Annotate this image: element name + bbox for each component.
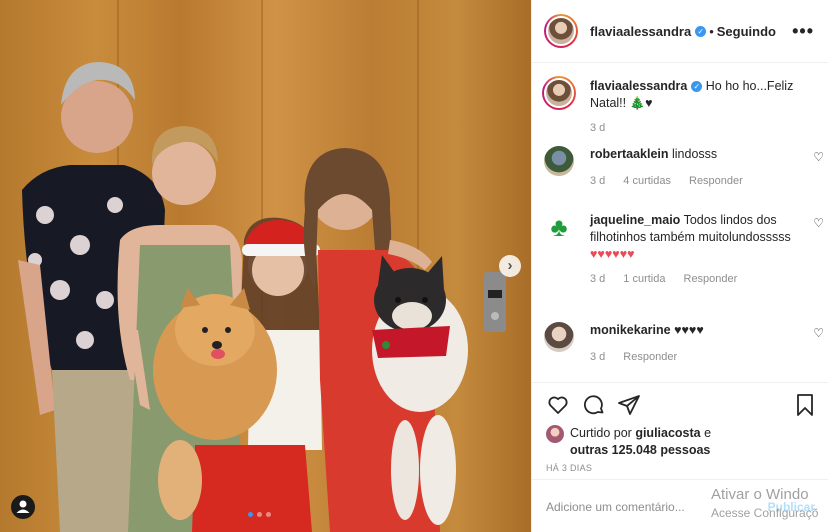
comment-reply-button[interactable]: Responder (689, 175, 743, 187)
comments-list: flaviaalessandra ✓ Ho ho ho...Feliz Natal… (542, 76, 824, 378)
liker-username[interactable]: giuliacosta (635, 426, 700, 440)
caption: flaviaalessandra ✓ Ho ho ho...Feliz Natal… (542, 76, 814, 142)
share-icon[interactable] (617, 393, 641, 417)
post-timestamp[interactable]: HÁ 3 DIAS (546, 463, 592, 473)
likes-summary: Curtido por giuliacosta e outras 125.048… (546, 425, 711, 459)
carousel-dot-active (248, 512, 253, 517)
comment-like-count[interactable]: 1 curtida (623, 273, 665, 285)
comment-item: monikekarine ♥♥♥♥ ♡ 3 d Responder (544, 322, 824, 378)
post-side-panel: flaviaalessandra ✓ • Seguindo ••• flavia… (531, 0, 828, 532)
next-arrow-icon[interactable]: › (499, 255, 521, 277)
comment-text: ♥♥♥♥ (674, 323, 704, 337)
likes-count-link[interactable]: outras 125.048 pessoas (570, 443, 710, 457)
watermark-line1: Ativar o Windo (711, 486, 809, 503)
clover-avatar-icon[interactable]: ♣ (544, 212, 574, 242)
comment-time: 3 d (590, 273, 606, 285)
comment-meta: 3 d 4 curtidas Responder (590, 175, 814, 187)
carousel-dot (266, 512, 271, 517)
verified-badge-icon: ✓ (691, 81, 703, 92)
post-header: flaviaalessandra ✓ • Seguindo ••• (532, 0, 828, 63)
watermark-line2: Acesse Configuraçõ (711, 506, 819, 520)
comment-reply-button[interactable]: Responder (684, 273, 738, 285)
action-icons-row (546, 393, 816, 419)
comment-like-count[interactable]: 4 curtidas (623, 175, 671, 187)
comment-username[interactable]: robertaaklein (590, 147, 669, 161)
comment-like-icon[interactable]: ♡ (813, 216, 824, 230)
family-christmas-photo (18, 0, 506, 532)
caption-meta: 3 d (590, 122, 814, 134)
liker-avatar[interactable] (546, 425, 564, 443)
comment-like-icon[interactable]: ♡ (813, 326, 824, 340)
separator-dot: • (709, 23, 714, 39)
comment-meta: 3 d 1 curtida Responder (590, 273, 814, 285)
liked-by-prefix: Curtido por (570, 426, 632, 440)
comment-like-icon[interactable]: ♡ (813, 150, 824, 164)
tag-user-icon[interactable] (11, 495, 35, 519)
carousel-indicator (248, 512, 271, 517)
follow-status-button[interactable]: Seguindo (717, 24, 776, 39)
author-avatar[interactable] (544, 14, 578, 48)
comment-text: lindosss (672, 147, 718, 161)
bookmark-icon[interactable] (794, 393, 816, 417)
comment-input[interactable]: Adicione um comentário... (546, 500, 685, 514)
commenter-avatar[interactable] (544, 146, 574, 176)
verified-badge-icon: ✓ (695, 25, 707, 37)
heart-icon[interactable] (546, 393, 570, 417)
comment-reply-button[interactable]: Responder (623, 351, 677, 363)
red-hearts-emoji: ♥♥♥♥♥♥ (590, 247, 635, 261)
more-options-icon[interactable]: ••• (792, 21, 814, 42)
author-username[interactable]: flaviaalessandra (590, 24, 691, 39)
comment-time: 3 d (590, 351, 606, 363)
comment-username[interactable]: jaqueline_maio (590, 213, 680, 227)
liked-by-conj: e (704, 426, 712, 440)
windows-activation-watermark: Ativar o Windo Acesse Configuraçõ (711, 486, 818, 522)
comment-username[interactable]: monikekarine (590, 323, 671, 337)
comment-meta: 3 d Responder (590, 351, 814, 363)
comment-icon[interactable] (582, 393, 606, 417)
comment-time: 3 d (590, 175, 606, 187)
post-photo[interactable]: › (0, 0, 531, 532)
caption-avatar[interactable] (542, 76, 576, 110)
caption-username[interactable]: flaviaalessandra (590, 79, 687, 93)
caption-time: 3 d (590, 122, 606, 134)
commenter-avatar[interactable] (544, 322, 574, 352)
comment-item: ♣ jaqueline_maio Todos lindos dos filhot… (544, 212, 824, 320)
comment-item: robertaaklein lindosss ♡ 3 d 4 curtidas … (544, 146, 824, 208)
carousel-dot (257, 512, 262, 517)
